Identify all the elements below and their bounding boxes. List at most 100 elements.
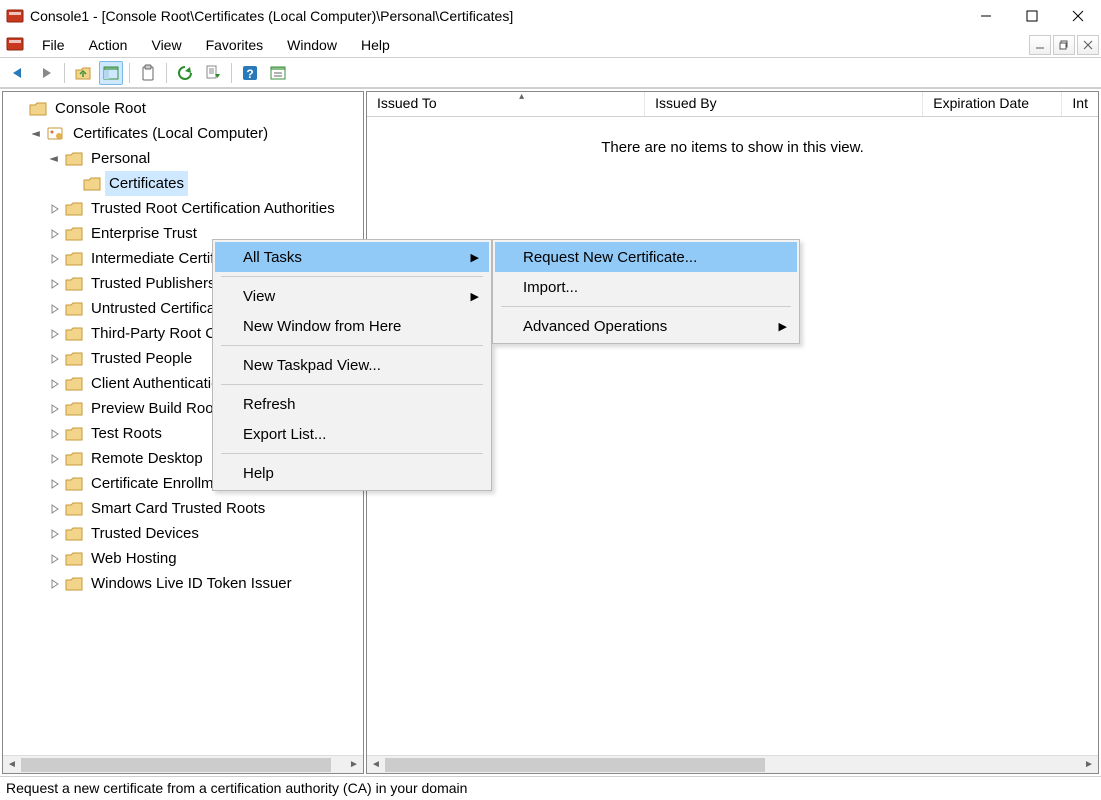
tree-item[interactable]: Windows Live ID Token Issuer: [41, 571, 363, 596]
ctx-import[interactable]: Import...: [495, 272, 797, 302]
folder-icon: [65, 451, 83, 467]
forward-button[interactable]: [34, 61, 58, 85]
list-empty-text: There are no items to show in this view.: [367, 117, 1098, 156]
clipboard-button[interactable]: [136, 61, 160, 85]
tree-item[interactable]: Smart Card Trusted Roots: [41, 496, 363, 521]
list-h-scrollbar[interactable]: ◄ ►: [367, 755, 1098, 773]
options-button[interactable]: [266, 61, 290, 85]
tree-item-console-root[interactable]: Console Root: [5, 96, 363, 121]
folder-icon: [65, 376, 83, 392]
app-icon: [6, 7, 24, 25]
ctx-advanced-operations[interactable]: Advanced Operations ▶: [495, 311, 797, 341]
back-button[interactable]: [6, 61, 30, 85]
chevron-right-icon[interactable]: [47, 551, 63, 567]
tree-label: Trusted People: [87, 346, 196, 371]
ctx-new-window[interactable]: New Window from Here: [215, 311, 489, 341]
chevron-right-icon[interactable]: [47, 376, 63, 392]
folder-icon: [65, 326, 83, 342]
context-submenu-all-tasks: Request New Certificate... Import... Adv…: [492, 239, 800, 344]
folder-icon: [65, 301, 83, 317]
chevron-right-icon: ▶: [779, 320, 787, 333]
toolbar-separator: [166, 63, 167, 83]
ctx-all-tasks[interactable]: All Tasks ▶: [215, 242, 489, 272]
scroll-left-icon[interactable]: ◄: [367, 756, 385, 774]
column-issued-to[interactable]: Issued To ▴: [367, 92, 645, 116]
chevron-right-icon[interactable]: [47, 576, 63, 592]
folder-icon: [65, 351, 83, 367]
folder-icon: [65, 551, 83, 567]
ctx-export-list[interactable]: Export List...: [215, 419, 489, 449]
ctx-new-taskpad[interactable]: New Taskpad View...: [215, 350, 489, 380]
chevron-right-icon[interactable]: [47, 276, 63, 292]
tree-label: Trusted Devices: [87, 521, 203, 546]
chevron-right-icon[interactable]: [47, 201, 63, 217]
tree-label: Smart Card Trusted Roots: [87, 496, 269, 521]
column-intended-purposes[interactable]: Int: [1062, 92, 1098, 116]
chevron-right-icon[interactable]: [47, 251, 63, 267]
menu-help[interactable]: Help: [349, 32, 402, 57]
chevron-right-icon[interactable]: [47, 476, 63, 492]
window-title: Console1 - [Console Root\Certificates (L…: [30, 8, 963, 24]
help-button[interactable]: ?: [238, 61, 262, 85]
scroll-left-icon[interactable]: ◄: [3, 756, 21, 774]
window-controls: [963, 0, 1101, 32]
tree-label: Personal: [87, 146, 154, 171]
tree-item-certificates[interactable]: Certificates: [59, 171, 363, 196]
chevron-down-icon[interactable]: [47, 151, 63, 167]
maximize-button[interactable]: [1009, 0, 1055, 32]
folder-icon: [65, 476, 83, 492]
ctx-request-new-certificate[interactable]: Request New Certificate...: [495, 242, 797, 272]
up-folder-button[interactable]: [71, 61, 95, 85]
mdi-window-controls: [1027, 35, 1101, 55]
close-button[interactable]: [1055, 0, 1101, 32]
ctx-view[interactable]: View ▶: [215, 281, 489, 311]
tree-label: Console Root: [51, 96, 150, 121]
ctx-help[interactable]: Help: [215, 458, 489, 488]
status-bar: Request a new certificate from a certifi…: [0, 776, 1101, 800]
mdi-minimize-button[interactable]: [1029, 35, 1051, 55]
menu-favorites[interactable]: Favorites: [194, 32, 276, 57]
scroll-thumb[interactable]: [21, 758, 331, 772]
chevron-right-icon[interactable]: [47, 226, 63, 242]
chevron-right-icon: ▶: [471, 290, 479, 303]
mdi-close-button[interactable]: [1077, 35, 1099, 55]
chevron-right-icon[interactable]: [47, 451, 63, 467]
scroll-right-icon[interactable]: ►: [345, 756, 363, 774]
tree-h-scrollbar[interactable]: ◄ ►: [3, 755, 363, 773]
scroll-right-icon[interactable]: ►: [1080, 756, 1098, 774]
export-list-button[interactable]: [201, 61, 225, 85]
chevron-right-icon[interactable]: [47, 501, 63, 517]
context-menu-separator: [221, 345, 483, 346]
sort-ascending-icon: ▴: [519, 91, 524, 102]
menu-action[interactable]: Action: [77, 32, 140, 57]
menu-view[interactable]: View: [139, 32, 193, 57]
tree-item[interactable]: Trusted Root Certification Authorities: [41, 196, 363, 221]
chevron-right-icon[interactable]: [47, 426, 63, 442]
column-issued-by[interactable]: Issued By: [645, 92, 923, 116]
scroll-thumb[interactable]: [385, 758, 765, 772]
folder-icon: [65, 501, 83, 517]
tree-item-personal[interactable]: Personal: [41, 146, 363, 171]
tree-item[interactable]: Trusted Devices: [41, 521, 363, 546]
folder-icon: [83, 176, 101, 192]
minimize-button[interactable]: [963, 0, 1009, 32]
chevron-right-icon[interactable]: [47, 526, 63, 542]
chevron-right-icon[interactable]: [47, 351, 63, 367]
menu-file[interactable]: File: [30, 32, 77, 57]
column-expiration-date[interactable]: Expiration Date: [923, 92, 1062, 116]
chevron-right-icon[interactable]: [47, 326, 63, 342]
chevron-right-icon[interactable]: [47, 301, 63, 317]
tree-item-certificates-local-computer[interactable]: Certificates (Local Computer): [23, 121, 363, 146]
show-hide-tree-button[interactable]: [99, 61, 123, 85]
ctx-refresh[interactable]: Refresh: [215, 389, 489, 419]
tree-label: Enterprise Trust: [87, 221, 201, 246]
title-bar: Console1 - [Console Root\Certificates (L…: [0, 0, 1101, 32]
mdi-restore-button[interactable]: [1053, 35, 1075, 55]
menu-window[interactable]: Window: [275, 32, 349, 57]
chevron-right-icon[interactable]: [47, 401, 63, 417]
refresh-button[interactable]: [173, 61, 197, 85]
folder-icon: [65, 276, 83, 292]
tree-item[interactable]: Web Hosting: [41, 546, 363, 571]
folder-icon: [65, 201, 83, 217]
chevron-down-icon[interactable]: [29, 126, 45, 142]
